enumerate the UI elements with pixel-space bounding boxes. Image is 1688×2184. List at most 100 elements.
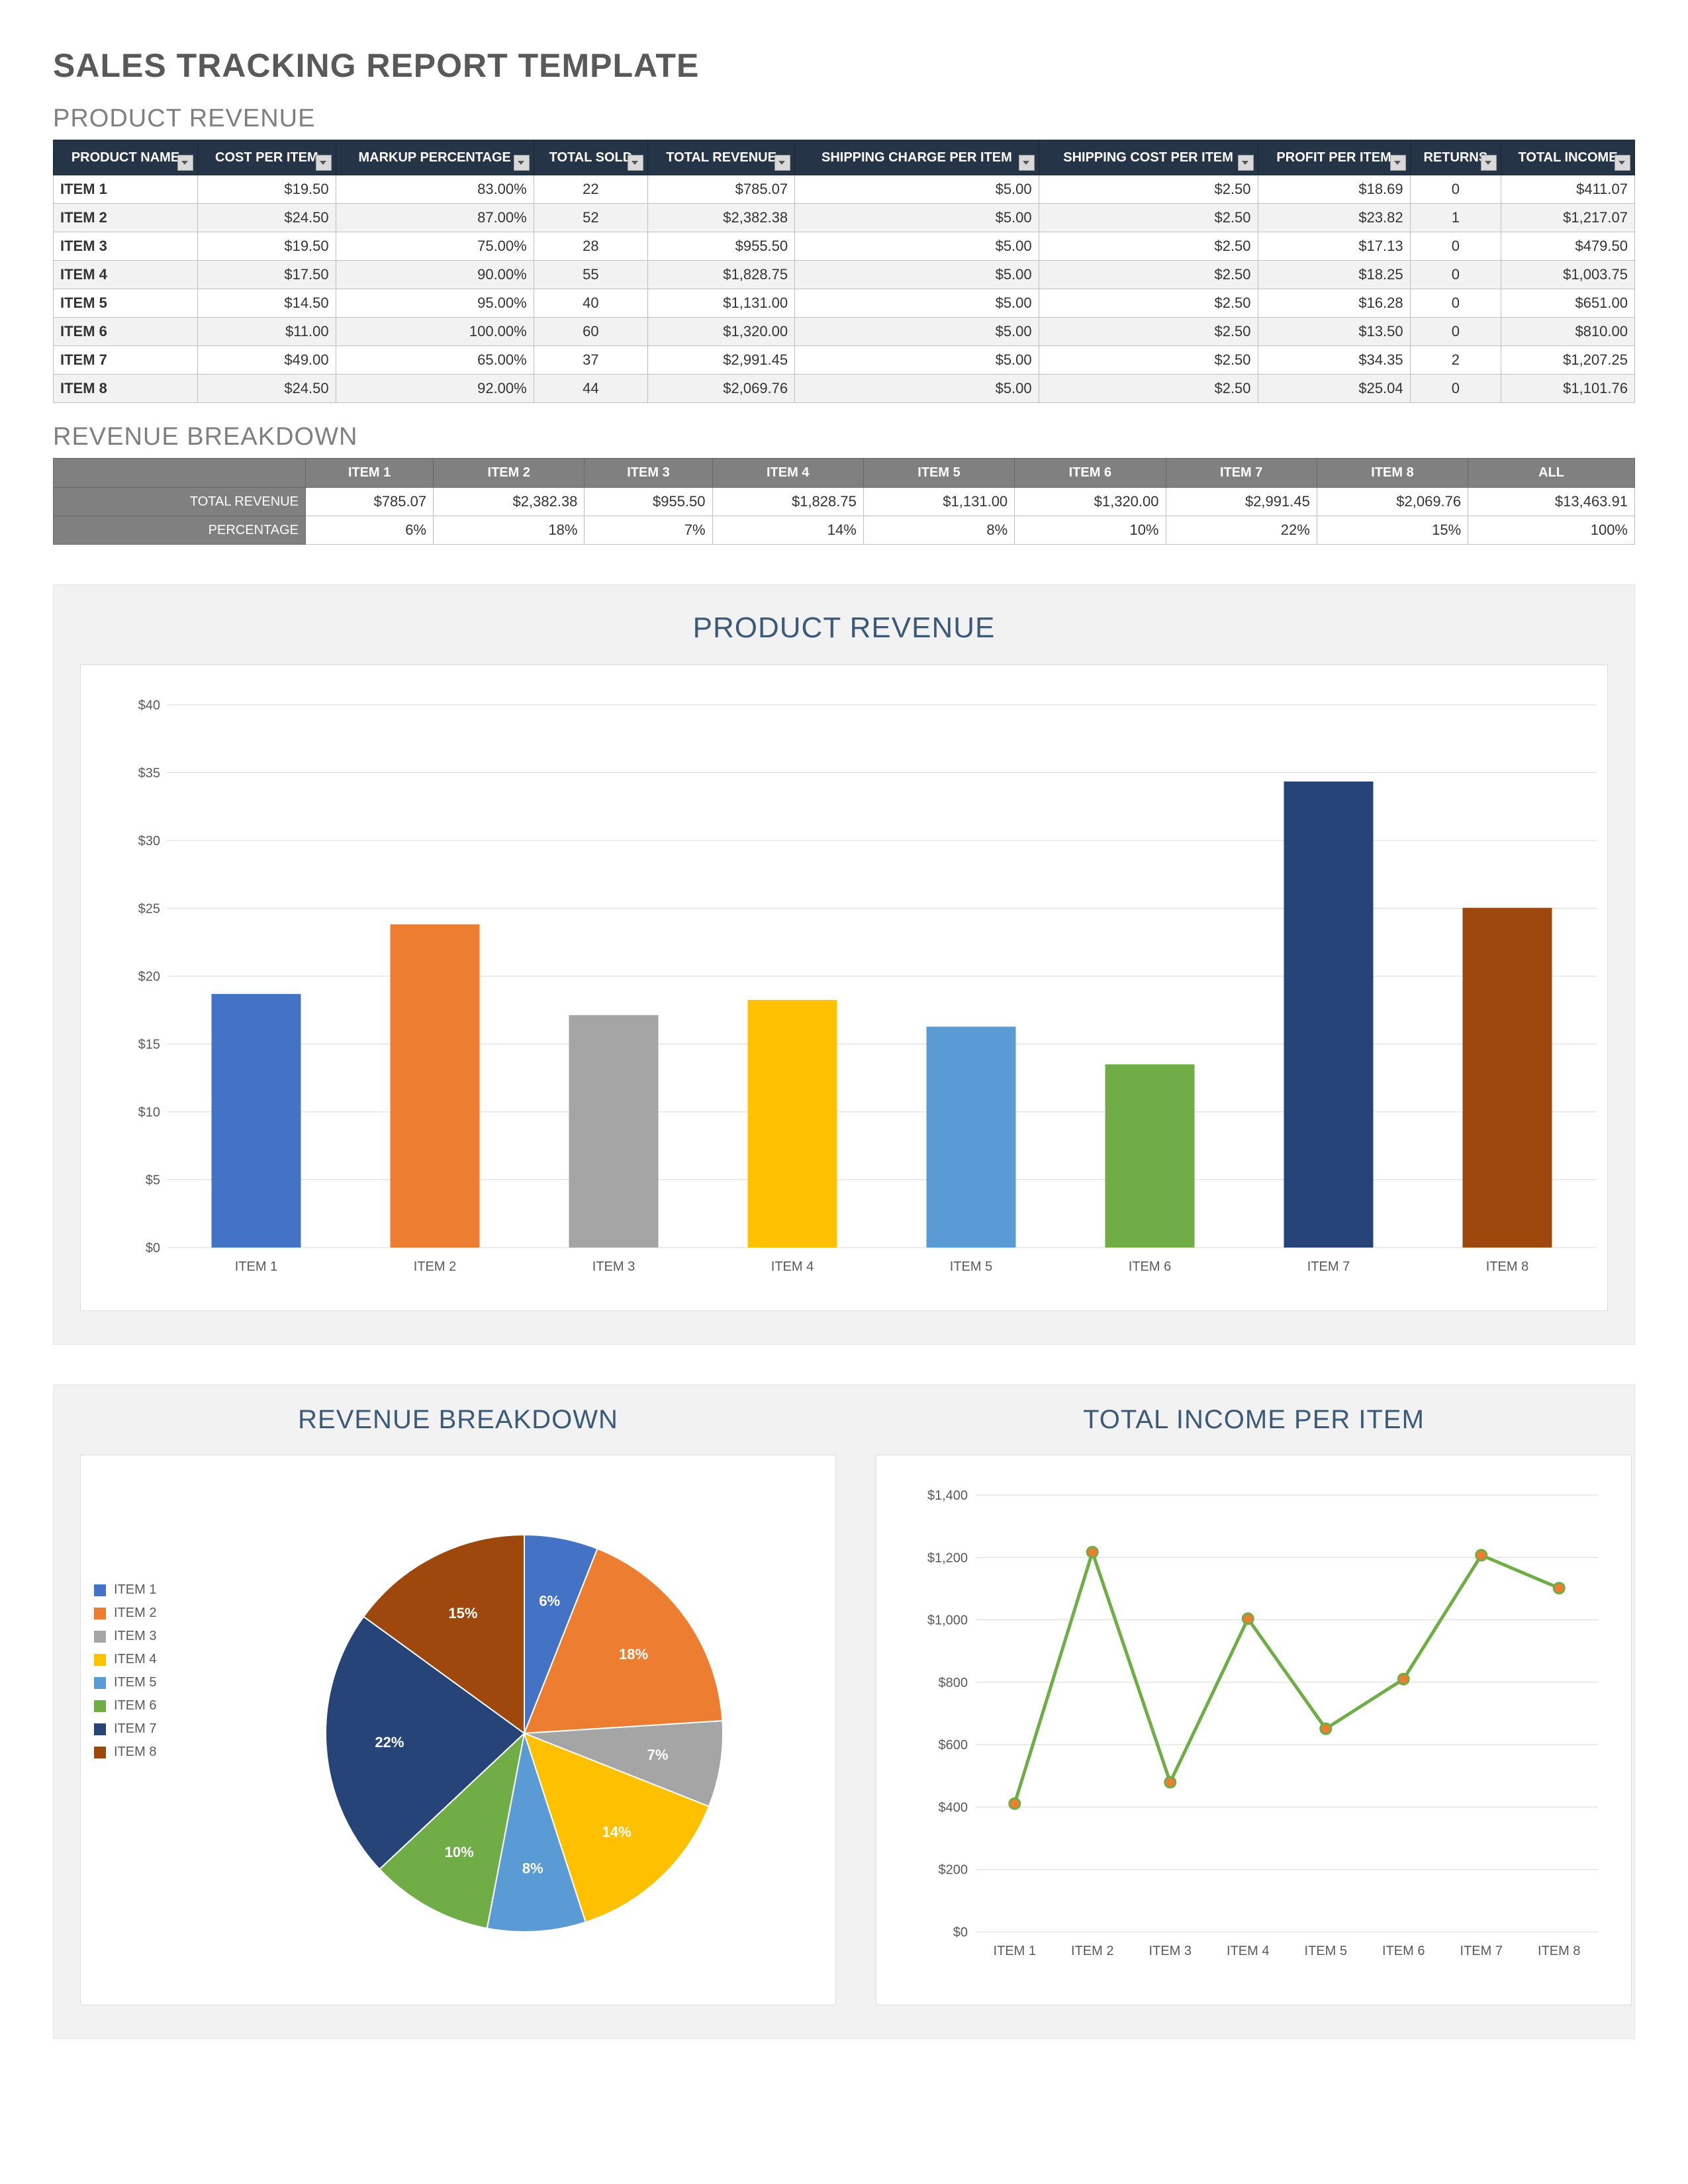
filter-dropdown-icon[interactable] (514, 155, 530, 171)
cell: 44 (534, 375, 647, 403)
cell: 75.00% (336, 232, 534, 261)
pie-chart: 6%18%7%14%8%10%22%15% (114, 1482, 816, 1972)
pie-chart-section: REVENUE BREAKDOWN 6%18%7%14%8%10%22%15% … (80, 1405, 836, 2005)
legend-label: ITEM 7 (114, 1721, 156, 1737)
filter-dropdown-icon[interactable] (177, 155, 193, 171)
column-header[interactable]: COST PER ITEM (198, 140, 336, 175)
cell: 8% (863, 516, 1014, 545)
cell: $25.04 (1258, 375, 1410, 403)
column-header[interactable]: TOTAL INCOME (1501, 140, 1635, 175)
svg-text:8%: 8% (522, 1860, 543, 1877)
filter-dropdown-icon[interactable] (1615, 155, 1630, 171)
legend-item: ITEM 1 (94, 1582, 156, 1598)
cell: $1,217.07 (1501, 204, 1635, 232)
table-row: ITEM 6$11.00100.00%60$1,320.00$5.00$2.50… (54, 318, 1635, 346)
legend-swatch (94, 1677, 106, 1689)
cell: $24.50 (198, 375, 336, 403)
cell: ITEM 6 (54, 318, 198, 346)
cell: ITEM 7 (54, 346, 198, 375)
cell: 0 (1410, 232, 1501, 261)
column-header-label: PROFIT PER ITEM (1276, 150, 1391, 165)
column-header-label: MARKUP PERCENTAGE (358, 150, 510, 165)
filter-dropdown-icon[interactable] (1238, 155, 1254, 171)
revenue-breakdown-table: ITEM 1ITEM 2ITEM 3ITEM 4ITEM 5ITEM 6ITEM… (53, 458, 1635, 545)
row-header: PERCENTAGE (54, 516, 306, 545)
cell: 0 (1410, 175, 1501, 204)
filter-dropdown-icon[interactable] (774, 155, 790, 171)
legend-item: ITEM 7 (94, 1721, 156, 1737)
filter-dropdown-icon[interactable] (1390, 155, 1406, 171)
legend-swatch (94, 1608, 106, 1619)
filter-dropdown-icon[interactable] (1481, 155, 1497, 171)
column-header: ITEM 6 (1015, 459, 1166, 488)
page-title: SALES TRACKING REPORT TEMPLATE (53, 46, 1635, 85)
column-header[interactable]: MARKUP PERCENTAGE (336, 140, 534, 175)
cell: $1,320.00 (1015, 488, 1166, 516)
cell: $2.50 (1039, 375, 1258, 403)
bar-chart-panel: PRODUCT REVENUE $0$5$10$15$20$25$30$35$4… (53, 584, 1635, 1345)
table-row: ITEM 7$49.0065.00%37$2,991.45$5.00$2.50$… (54, 346, 1635, 375)
column-header[interactable]: PROFIT PER ITEM (1258, 140, 1410, 175)
svg-text:18%: 18% (619, 1646, 648, 1662)
legend-item: ITEM 6 (94, 1698, 156, 1713)
svg-text:ITEM 1: ITEM 1 (235, 1259, 277, 1274)
table-row: TOTAL REVENUE$785.07$2,382.38$955.50$1,8… (54, 488, 1635, 516)
cell: $2.50 (1039, 175, 1258, 204)
cell: ITEM 5 (54, 289, 198, 318)
cell: ITEM 4 (54, 261, 198, 289)
column-header[interactable]: PRODUCT NAME (54, 140, 198, 175)
column-header-label: COST PER ITEM (215, 150, 318, 165)
cell: $5.00 (795, 204, 1039, 232)
filter-dropdown-icon[interactable] (316, 155, 332, 171)
svg-text:$0: $0 (146, 1241, 160, 1255)
column-header: ITEM 4 (712, 459, 863, 488)
column-header[interactable]: SHIPPING COST PER ITEM (1039, 140, 1258, 175)
cell: 22 (534, 175, 647, 204)
legend-item: ITEM 4 (94, 1652, 156, 1667)
lower-charts-panel: REVENUE BREAKDOWN 6%18%7%14%8%10%22%15% … (53, 1385, 1635, 2039)
cell: $651.00 (1501, 289, 1635, 318)
cell: 40 (534, 289, 647, 318)
cell: $14.50 (198, 289, 336, 318)
legend-item: ITEM 5 (94, 1675, 156, 1690)
cell: $2,991.45 (1166, 488, 1317, 516)
legend-item: ITEM 2 (94, 1606, 156, 1621)
svg-text:$35: $35 (138, 766, 160, 781)
legend-swatch (94, 1584, 106, 1596)
line-chart: $0$200$400$600$800$1,000$1,200$1,400ITEM… (910, 1482, 1611, 1972)
legend-label: ITEM 1 (114, 1582, 156, 1598)
cell: 0 (1410, 261, 1501, 289)
product-revenue-table: PRODUCT NAME COST PER ITEM MARKUP PERCENTA… (53, 140, 1635, 403)
cell: $34.35 (1258, 346, 1410, 375)
column-header[interactable]: TOTAL REVENUE (648, 140, 795, 175)
section-title-revenue-breakdown: REVENUE BREAKDOWN (53, 423, 1635, 451)
filter-dropdown-icon[interactable] (1019, 155, 1035, 171)
row-header: TOTAL REVENUE (54, 488, 306, 516)
column-header[interactable]: TOTAL SOLD (534, 140, 647, 175)
blank-header (54, 459, 306, 488)
cell: ITEM 1 (54, 175, 198, 204)
cell: 87.00% (336, 204, 534, 232)
cell: $955.50 (648, 232, 795, 261)
column-header: ITEM 1 (306, 459, 434, 488)
svg-text:$1,400: $1,400 (927, 1488, 968, 1503)
cell: $18.25 (1258, 261, 1410, 289)
filter-dropdown-icon[interactable] (628, 155, 643, 171)
cell: $5.00 (795, 261, 1039, 289)
column-header[interactable]: SHIPPING CHARGE PER ITEM (795, 140, 1039, 175)
column-header[interactable]: RETURNS (1410, 140, 1501, 175)
cell: 55 (534, 261, 647, 289)
cell: $13.50 (1258, 318, 1410, 346)
cell: $5.00 (795, 375, 1039, 403)
cell: $23.82 (1258, 204, 1410, 232)
legend-label: ITEM 3 (114, 1629, 156, 1644)
cell: 1 (1410, 204, 1501, 232)
cell: $1,207.25 (1501, 346, 1635, 375)
cell: $19.50 (198, 175, 336, 204)
table-row: ITEM 4$17.5090.00%55$1,828.75$5.00$2.50$… (54, 261, 1635, 289)
column-header-label: TOTAL REVENUE (666, 150, 776, 165)
column-header-label: RETURNS (1424, 150, 1488, 165)
cell: 95.00% (336, 289, 534, 318)
column-header: ITEM 7 (1166, 459, 1317, 488)
cell: $2.50 (1039, 204, 1258, 232)
